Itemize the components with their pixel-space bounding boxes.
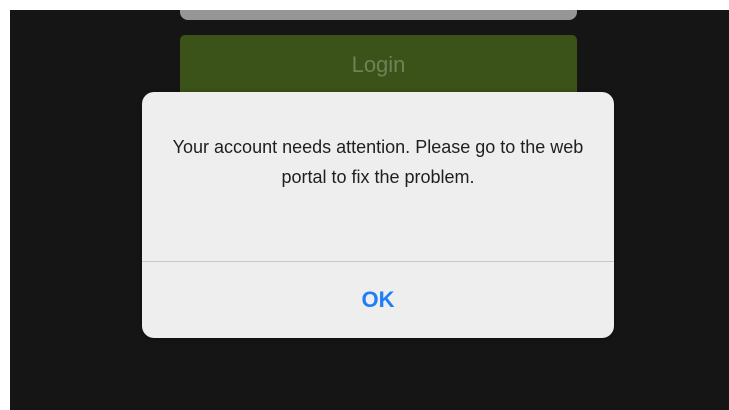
alert-message: Your account needs attention. Please go … — [172, 137, 584, 187]
ok-button[interactable]: OK — [142, 262, 614, 338]
app-screen: Login Your account needs attention. Plea… — [10, 10, 729, 410]
alert-dialog: Your account needs attention. Please go … — [142, 92, 614, 338]
